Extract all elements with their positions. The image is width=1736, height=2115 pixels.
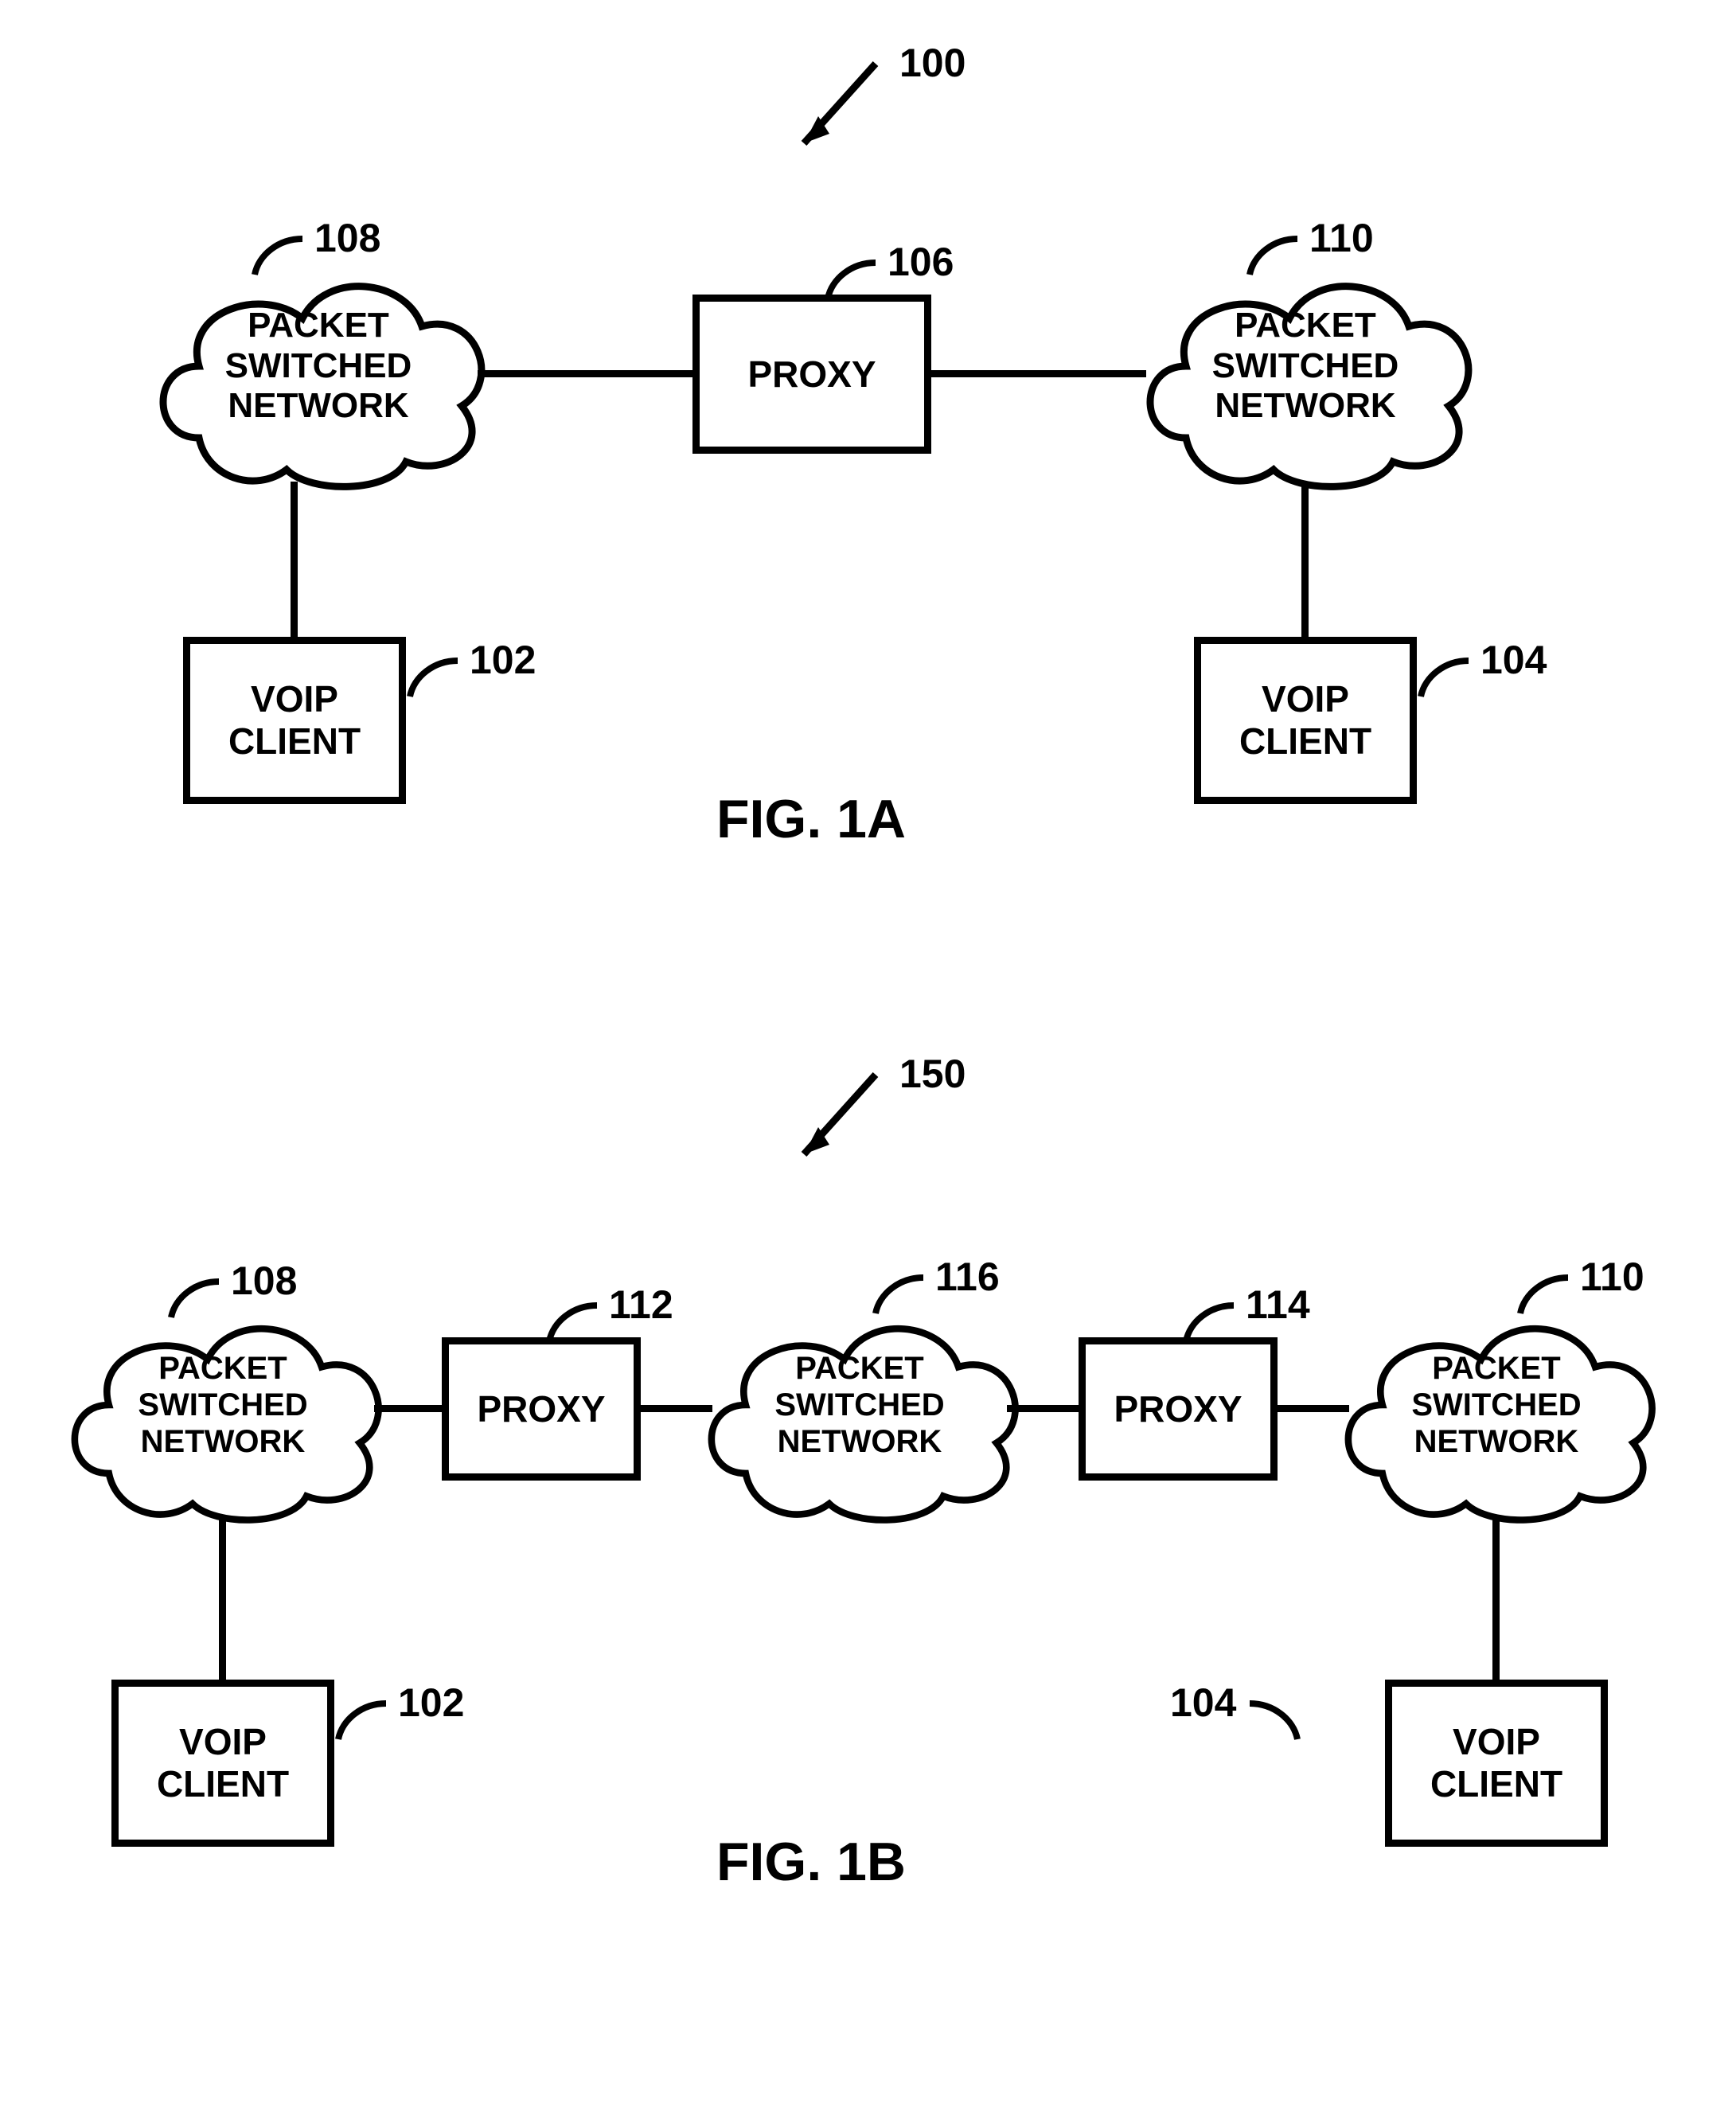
- link-cloudR-clientR-a: [1301, 482, 1309, 641]
- link-cloudR-clientR-b: [1492, 1516, 1500, 1684]
- ref-110b: 110: [1580, 1254, 1644, 1300]
- fig-b-ref-number: 150: [899, 1051, 966, 1097]
- ref-tick-116: [868, 1270, 931, 1317]
- link-proxyR-cloudR-b: [1274, 1405, 1349, 1412]
- ref-112: 112: [609, 1282, 673, 1328]
- link-cloudL-clientL-a: [291, 482, 298, 641]
- link-proxy-cloudR-a: [927, 370, 1146, 377]
- proxy-left-b-label: PROXY: [477, 1388, 605, 1430]
- ref-102b: 102: [398, 1680, 464, 1726]
- voip-client-left-a: VOIP CLIENT: [183, 637, 406, 804]
- ref-tick-110a: [1242, 231, 1305, 279]
- ref-114: 114: [1246, 1282, 1310, 1328]
- ref-104a: 104: [1480, 637, 1547, 683]
- ref-tick-112: [541, 1297, 605, 1345]
- cloud-left-a-label: PACKET SWITCHED NETWORK: [143, 239, 493, 494]
- voip-left-b-label: VOIP CLIENT: [157, 1721, 289, 1805]
- cloud-right-b-label: PACKET SWITCHED NETWORK: [1329, 1282, 1664, 1528]
- ref-tick-104b: [1242, 1696, 1305, 1743]
- voip-client-right-b: VOIP CLIENT: [1385, 1680, 1608, 1847]
- ref-104b: 104: [1170, 1680, 1236, 1726]
- ref-tick-110b: [1512, 1270, 1576, 1317]
- ref-tick-108b: [163, 1274, 227, 1321]
- proxy-a: PROXY: [692, 295, 931, 454]
- cloud-network-mid-b: PACKET SWITCHED NETWORK: [692, 1282, 1027, 1528]
- fig-a-ref-arrow: [756, 48, 899, 167]
- voip-client-right-a: VOIP CLIENT: [1194, 637, 1417, 804]
- ref-102a: 102: [470, 637, 536, 683]
- ref-tick-102a: [402, 653, 466, 700]
- ref-tick-106: [820, 255, 884, 302]
- voip-left-a-label: VOIP CLIENT: [228, 678, 361, 763]
- link-cloudL-clientL-b: [219, 1516, 226, 1684]
- fig-a-ref-number: 100: [899, 40, 966, 86]
- ref-tick-104a: [1413, 653, 1477, 700]
- voip-right-a-label: VOIP CLIENT: [1239, 678, 1371, 763]
- ref-tick-108a: [247, 231, 310, 279]
- voip-right-b-label: VOIP CLIENT: [1430, 1721, 1562, 1805]
- ref-106: 106: [888, 239, 954, 285]
- proxy-right-b-label: PROXY: [1114, 1388, 1242, 1430]
- fig-b-caption: FIG. 1B: [716, 1831, 906, 1893]
- ref-tick-114: [1178, 1297, 1242, 1345]
- ref-tick-102b: [330, 1696, 394, 1743]
- cloud-right-a-label: PACKET SWITCHED NETWORK: [1130, 239, 1480, 494]
- ref-116: 116: [935, 1254, 1000, 1300]
- proxy-a-label: PROXY: [747, 353, 876, 396]
- cloud-network-right-a: PACKET SWITCHED NETWORK: [1130, 239, 1480, 494]
- proxy-right-b: PROXY: [1079, 1337, 1278, 1481]
- diagram-page: 100 PACKET SWITCHED NETWORK 108 PACKET S…: [0, 0, 1736, 2115]
- link-cloudM-proxyR-b: [1007, 1405, 1083, 1412]
- ref-108b: 108: [231, 1258, 297, 1304]
- link-proxyL-cloudM-b: [637, 1405, 712, 1412]
- voip-client-left-b: VOIP CLIENT: [111, 1680, 334, 1847]
- ref-110a: 110: [1309, 215, 1374, 261]
- fig-b-ref-arrow: [756, 1059, 899, 1178]
- fig-a-caption: FIG. 1A: [716, 788, 906, 850]
- cloud-mid-b-label: PACKET SWITCHED NETWORK: [692, 1282, 1027, 1528]
- cloud-network-right-b: PACKET SWITCHED NETWORK: [1329, 1282, 1664, 1528]
- proxy-left-b: PROXY: [442, 1337, 641, 1481]
- cloud-network-left-a: PACKET SWITCHED NETWORK: [143, 239, 493, 494]
- link-cloudL-proxy-a: [478, 370, 696, 377]
- link-cloudL-proxyL-b: [374, 1405, 446, 1412]
- ref-108a: 108: [314, 215, 380, 261]
